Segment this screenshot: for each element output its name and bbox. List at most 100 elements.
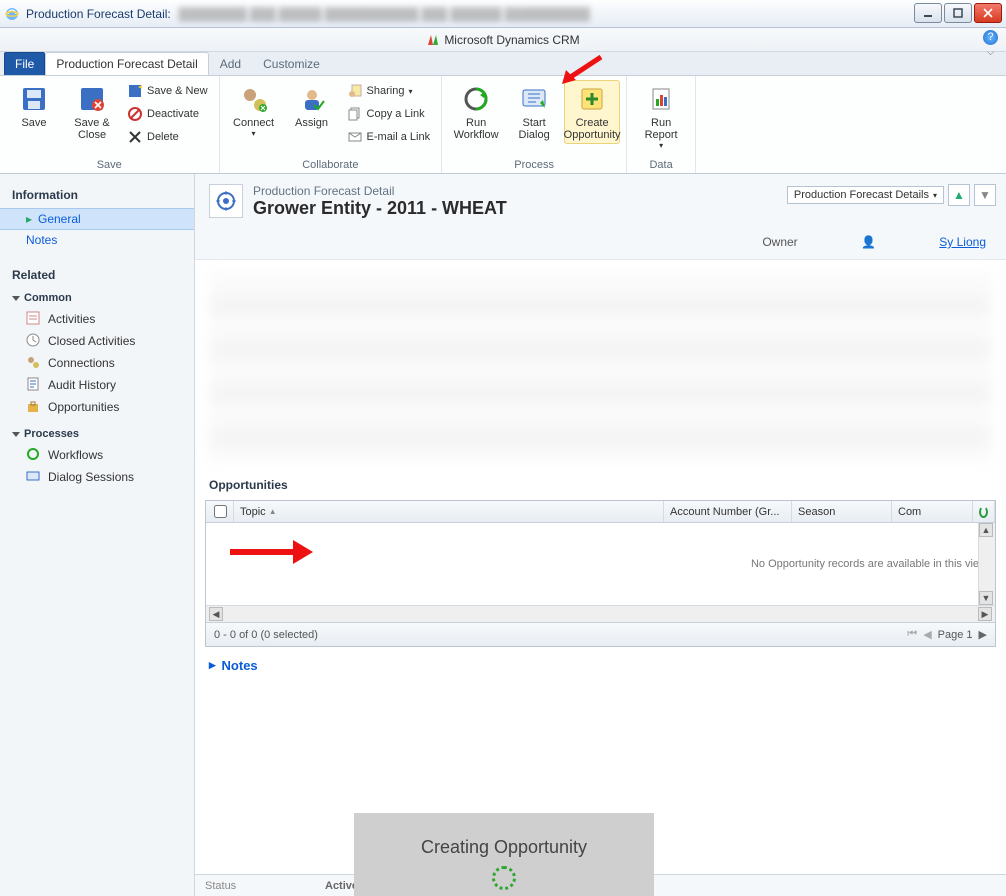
arrow-up-icon: ▲ bbox=[953, 188, 965, 202]
sidebar-item-workflows[interactable]: Workflows bbox=[0, 444, 194, 466]
dialog-small-icon bbox=[26, 469, 42, 485]
tab-add[interactable]: Add bbox=[209, 52, 252, 75]
record-type-label: Production Forecast Detail bbox=[253, 184, 507, 198]
grid-record-count: 0 - 0 of 0 (0 selected) bbox=[214, 629, 318, 641]
ribbon-tabs: File Production Forecast Detail Add Cust… bbox=[0, 52, 1006, 76]
col-topic[interactable]: Topic▲ bbox=[234, 501, 664, 522]
minimize-button[interactable] bbox=[914, 3, 942, 23]
delete-icon bbox=[127, 129, 143, 145]
opportunity-icon bbox=[26, 399, 42, 415]
chevron-down-icon: ▾ bbox=[659, 141, 663, 150]
save-button[interactable]: Save bbox=[6, 80, 62, 132]
tab-file[interactable]: File bbox=[4, 52, 45, 75]
workflow-icon bbox=[460, 83, 492, 115]
assign-button[interactable]: Assign bbox=[284, 80, 340, 132]
scroll-left-icon[interactable]: ◀ bbox=[209, 607, 223, 621]
refresh-grid-button[interactable] bbox=[973, 501, 995, 522]
opportunities-grid: Topic▲ Account Number (Gr... Season Com … bbox=[205, 500, 996, 647]
sidebar-heading-related: Related bbox=[0, 262, 194, 288]
save-new-button[interactable]: Save & New bbox=[122, 80, 213, 102]
arrow-down-icon: ▼ bbox=[979, 188, 991, 202]
chevron-down-icon: ▾ bbox=[252, 129, 256, 138]
ribbon-group-collaborate: Collaborate bbox=[226, 157, 436, 173]
chevron-down-icon: ▾ bbox=[933, 191, 937, 200]
view-selector[interactable]: Production Forecast Details▾ bbox=[787, 186, 944, 204]
run-workflow-button[interactable]: Run Workflow bbox=[448, 80, 504, 144]
vertical-scrollbar[interactable]: ▲ ▼ bbox=[978, 523, 995, 605]
select-all-checkbox[interactable] bbox=[214, 505, 227, 518]
pager-first-icon[interactable]: ⏮ bbox=[907, 628, 917, 641]
save-close-button[interactable]: Save & Close bbox=[64, 80, 120, 144]
nav-up-button[interactable]: ▲ bbox=[948, 184, 970, 206]
brand-logo-icon bbox=[426, 33, 440, 47]
sort-asc-icon: ▲ bbox=[269, 507, 277, 516]
sidebar-item-activities[interactable]: Activities bbox=[0, 308, 194, 330]
pager-next-icon[interactable]: ▶ bbox=[979, 628, 987, 641]
connect-button[interactable]: Connect▾ bbox=[226, 80, 282, 141]
tab-forecast-detail[interactable]: Production Forecast Detail bbox=[45, 52, 208, 75]
col-account-number[interactable]: Account Number (Gr... bbox=[664, 501, 792, 522]
owner-link[interactable]: Sy Liong bbox=[939, 235, 986, 249]
create-opportunity-button[interactable]: Create Opportunity bbox=[564, 80, 620, 144]
horizontal-scrollbar[interactable]: ◀ ▶ bbox=[206, 605, 995, 622]
ie-icon bbox=[4, 6, 20, 22]
scroll-down-icon[interactable]: ▼ bbox=[979, 591, 993, 605]
sidebar-item-audit-history[interactable]: Audit History bbox=[0, 374, 194, 396]
audit-icon bbox=[26, 377, 42, 393]
sidebar-item-general[interactable]: ▸General bbox=[0, 208, 194, 230]
save-icon bbox=[18, 83, 50, 115]
ribbon-group-data: Data bbox=[633, 157, 689, 173]
record-header: Production Forecast Detail Grower Entity… bbox=[195, 174, 1006, 260]
help-icon[interactable]: ? bbox=[983, 30, 998, 45]
person-icon: 👤 bbox=[861, 235, 876, 249]
sidebar: Information ▸General Notes Related Commo… bbox=[0, 174, 195, 896]
start-dialog-button[interactable]: Start Dialog bbox=[506, 80, 562, 144]
window-subtitle-blur: ████████ ███ █████ ███████████ ███ █████… bbox=[179, 7, 590, 21]
record-name: Grower Entity - 2011 - WHEAT bbox=[253, 198, 507, 219]
ribbon: Save Save & Close Save & New Deactivate … bbox=[0, 76, 1006, 174]
pager-page-label: Page 1 bbox=[938, 629, 973, 641]
scroll-up-icon[interactable]: ▲ bbox=[979, 523, 993, 537]
sidebar-item-notes[interactable]: Notes bbox=[0, 230, 194, 250]
brand-bar: Microsoft Dynamics CRM ? ⌵ bbox=[0, 28, 1006, 52]
brand-name: Microsoft Dynamics CRM bbox=[444, 33, 579, 47]
section-notes-header[interactable]: ▸Notes bbox=[209, 657, 992, 673]
save-close-icon bbox=[76, 83, 108, 115]
grid-body: No Opportunity records are available in … bbox=[206, 523, 995, 605]
nav-down-button[interactable]: ▼ bbox=[974, 184, 996, 206]
close-button[interactable] bbox=[974, 3, 1002, 23]
chevron-right-icon: ▸ bbox=[209, 657, 216, 673]
scroll-right-icon[interactable]: ▶ bbox=[978, 607, 992, 621]
col-season[interactable]: Season bbox=[792, 501, 892, 522]
sidebar-item-closed-activities[interactable]: Closed Activities bbox=[0, 330, 194, 352]
maximize-button[interactable] bbox=[944, 3, 972, 23]
col-commodity[interactable]: Com bbox=[892, 501, 973, 522]
ribbon-group-save: Save bbox=[6, 157, 213, 173]
chevron-down-icon: ▾ bbox=[408, 87, 412, 96]
report-icon bbox=[645, 83, 677, 115]
email-icon bbox=[347, 129, 363, 145]
delete-button[interactable]: Delete bbox=[122, 126, 213, 148]
deactivate-button[interactable]: Deactivate bbox=[122, 103, 213, 125]
sidebar-item-opportunities[interactable]: Opportunities bbox=[0, 396, 194, 418]
sidebar-group-common[interactable]: Common bbox=[0, 288, 194, 308]
copy-link-button[interactable]: Copy a Link bbox=[342, 103, 436, 125]
sidebar-group-processes[interactable]: Processes bbox=[0, 424, 194, 444]
create-opportunity-icon bbox=[576, 83, 608, 115]
run-report-button[interactable]: Run Report▾ bbox=[633, 80, 689, 153]
main-panel: Production Forecast Detail Grower Entity… bbox=[195, 174, 1006, 896]
dialog-icon bbox=[518, 83, 550, 115]
chevron-updown-icon[interactable]: ⌵ bbox=[983, 47, 998, 58]
sharing-button[interactable]: Sharing▾ bbox=[342, 80, 436, 102]
sidebar-item-connections[interactable]: Connections bbox=[0, 352, 194, 374]
spinner-icon bbox=[492, 866, 516, 890]
grid-empty-text: No Opportunity records are available in … bbox=[751, 558, 987, 570]
tab-customize[interactable]: Customize bbox=[252, 52, 331, 75]
chevron-down-icon bbox=[12, 296, 20, 301]
sidebar-item-dialog-sessions[interactable]: Dialog Sessions bbox=[0, 466, 194, 488]
save-close-label: Save & Close bbox=[74, 117, 109, 141]
pager: ⏮ ◀ Page 1 ▶ bbox=[907, 628, 987, 641]
pager-prev-icon[interactable]: ◀ bbox=[923, 628, 931, 641]
email-link-button[interactable]: E-mail a Link bbox=[342, 126, 436, 148]
workflow-small-icon bbox=[26, 447, 42, 463]
